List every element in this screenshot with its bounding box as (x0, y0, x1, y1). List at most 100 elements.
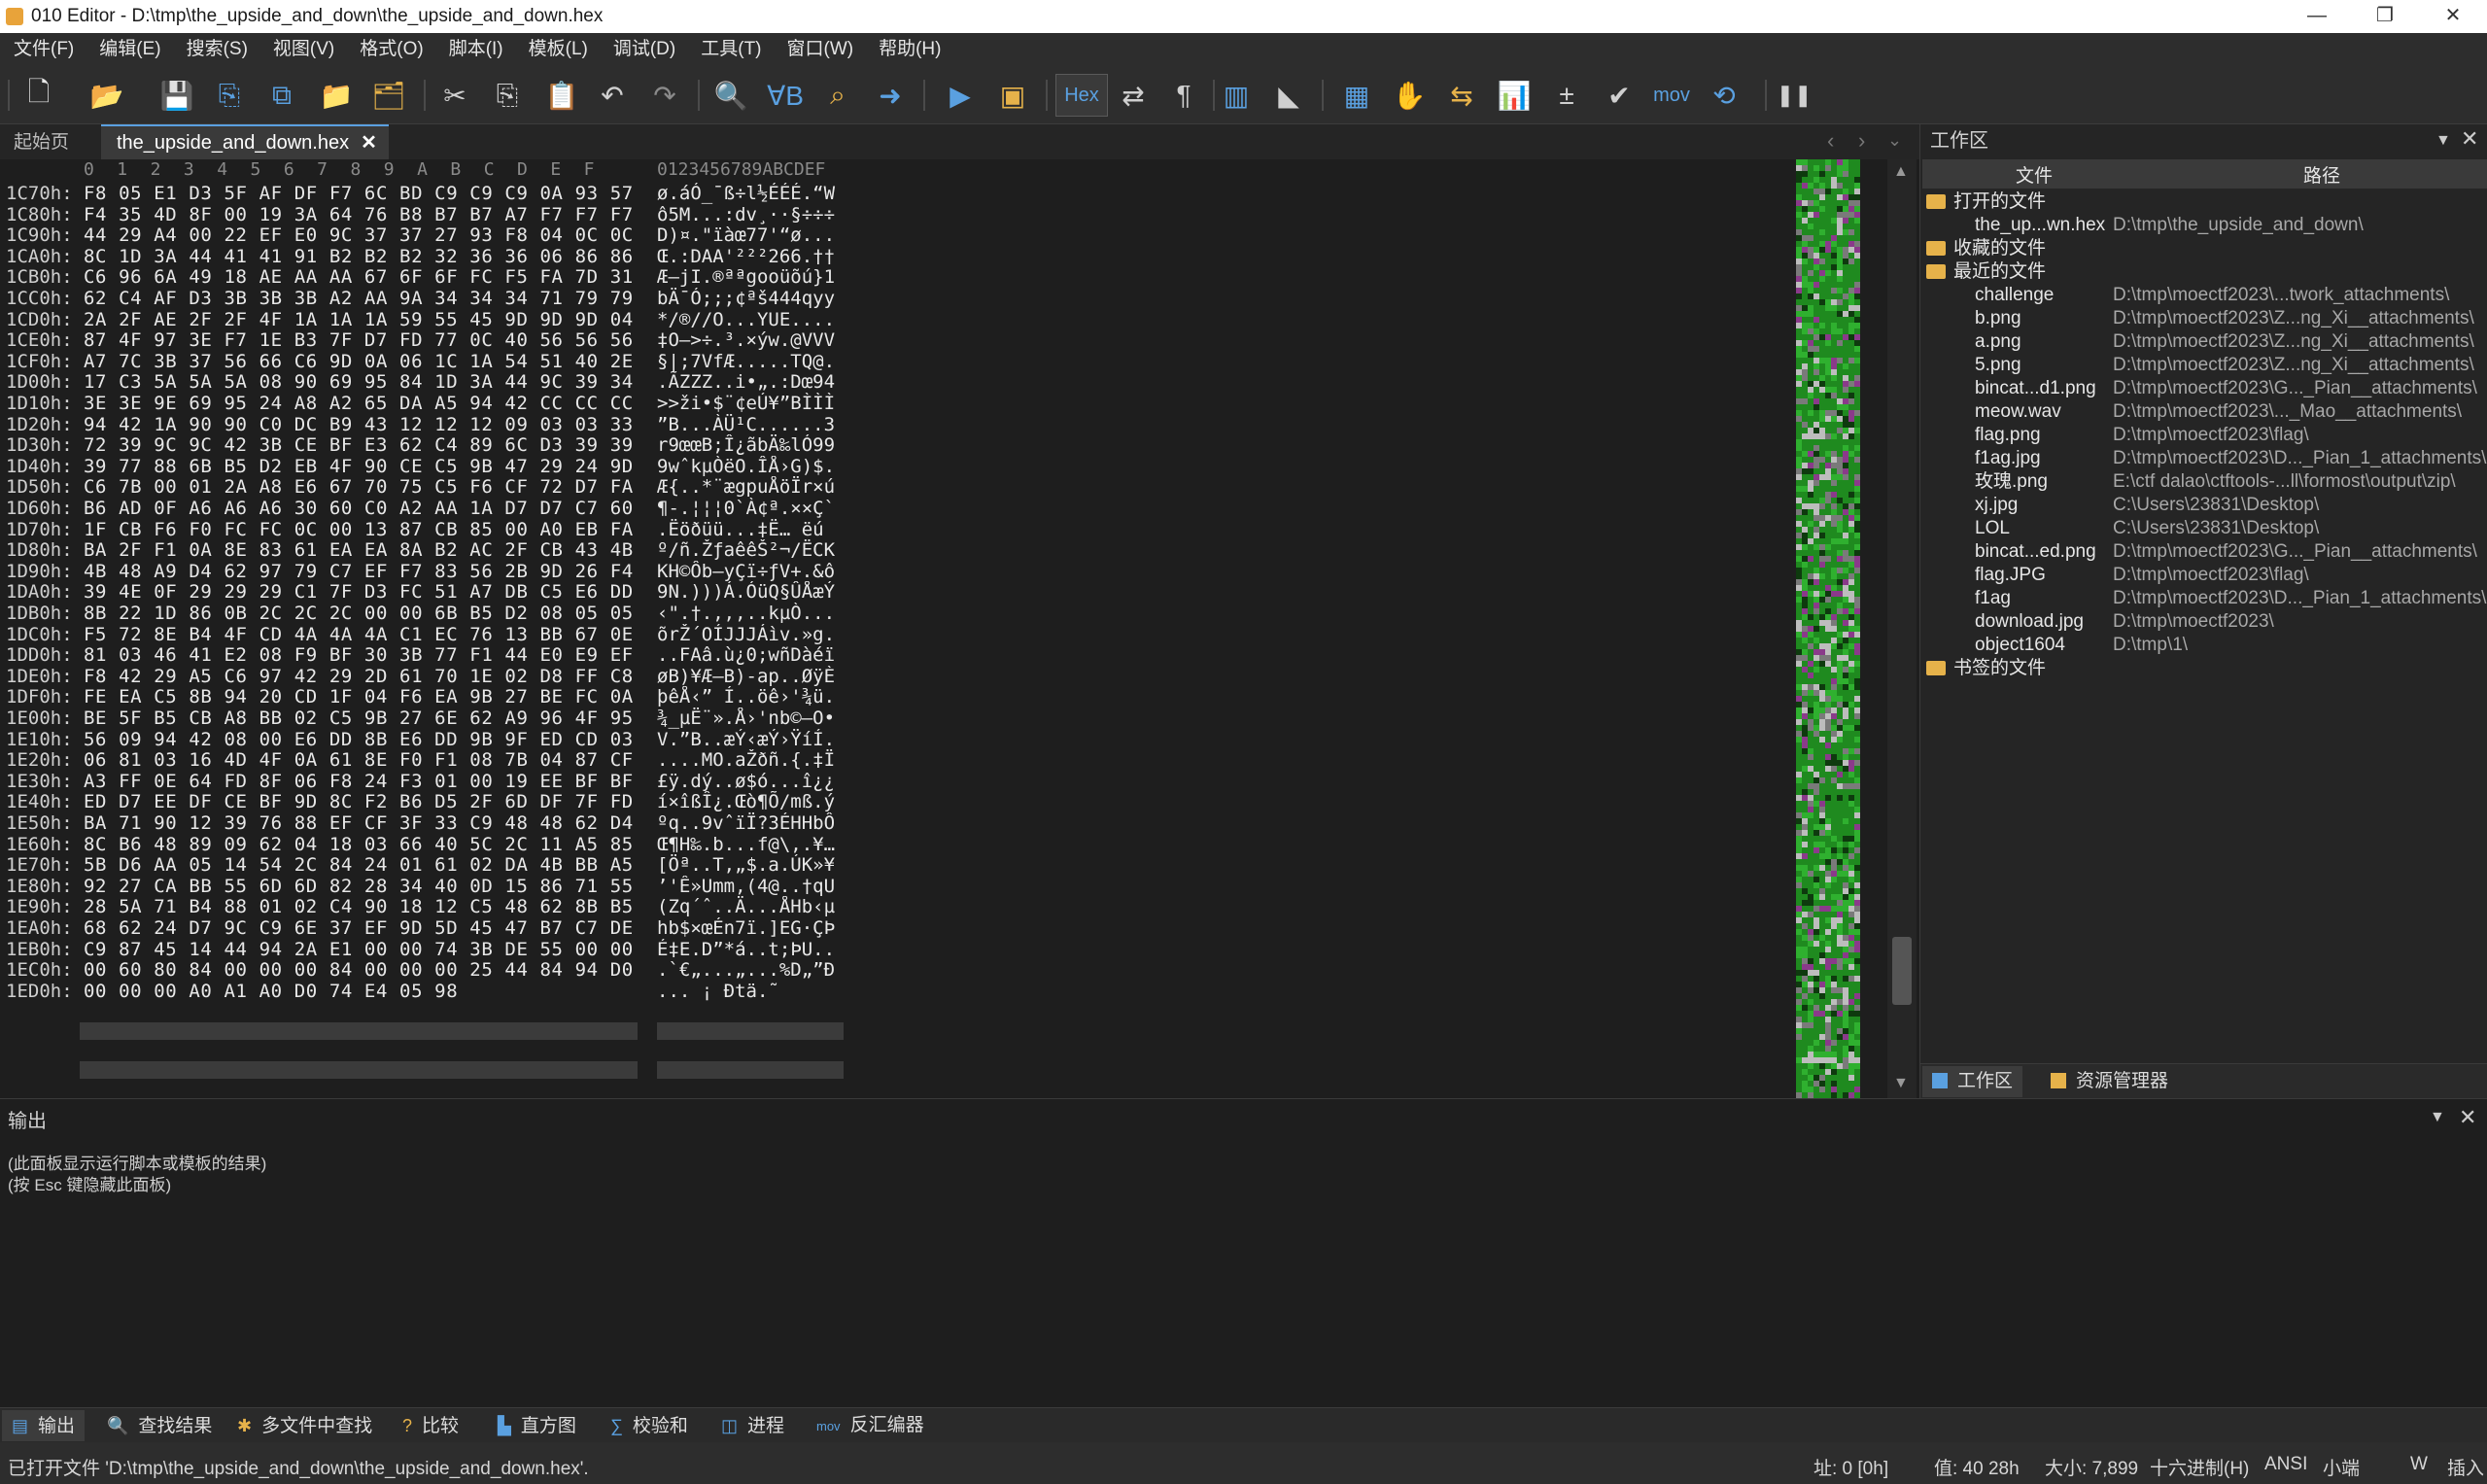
row-bytes[interactable]: 4B 48 A9 D4 62 97 79 C7 EF F7 83 56 2B 9… (84, 561, 634, 582)
hex-row[interactable]: 1D50h: C6 7B 00 01 2A A8 E6 67 70 75 C5 F… (0, 476, 875, 498)
status-encoding[interactable]: ANSI (2264, 1454, 2307, 1475)
hex-row[interactable]: 1E10h: 56 09 94 42 08 00 E6 DD 8B E6 DD 9… (0, 729, 875, 750)
panel-menu-icon[interactable]: ▼ (2430, 1109, 2445, 1126)
find-in-files-icon[interactable]: ⌕ (816, 74, 859, 117)
histogram-icon[interactable]: 📊 (1493, 74, 1536, 117)
tab-next-icon[interactable]: › (1858, 128, 1865, 154)
list-item[interactable]: meow.wav (1975, 400, 2061, 424)
row-ascii[interactable]: øB)¥Æ—B)-ap..ØÿÈ (657, 666, 851, 687)
row-ascii[interactable]: þêÅ‹” Í..öê›'¾ü. (657, 686, 851, 707)
hex-row[interactable]: 1C80h: F4 35 4D 8F 00 19 3A 64 76 B8 B7 B… (0, 204, 875, 225)
hex-row[interactable]: 1D90h: 4B 48 A9 D4 62 97 79 C7 EF F7 83 5… (0, 561, 875, 582)
row-ascii[interactable]: 9wˆkµÒëO.ÎÅ›G)$. (657, 456, 851, 477)
row-bytes[interactable]: FE EA C5 8B 94 20 CD 1F 04 F6 EA 9B 27 B… (84, 686, 634, 707)
menu-help[interactable]: 帮助(H) (865, 33, 952, 66)
tab-find-results[interactable]: 🔍 查找结果 (97, 1410, 222, 1441)
row-ascii[interactable]: [Öª..T,„$.a.ÚK»¥ (657, 854, 851, 876)
status-mode[interactable]: 十六进制(H) (2150, 1454, 2249, 1480)
calculator-icon[interactable]: ▦ (1335, 74, 1378, 117)
columns-icon[interactable]: ▥ (1215, 74, 1258, 117)
hex-editor[interactable]: 0 1 2 3 4 5 6 7 8 9 A B C D E F 01234567… (0, 159, 1919, 1098)
hex-row[interactable]: 1EC0h: 00 60 80 84 00 00 00 84 00 00 00 2… (0, 959, 875, 981)
hex-mode-button[interactable]: Hex (1055, 74, 1108, 117)
row-bytes[interactable]: 68 62 24 D7 9C C9 6E 37 EF 9D 5D 45 47 B… (84, 917, 634, 939)
hex-row[interactable]: 1CF0h: A7 7C 3B 37 56 66 C6 9D 0A 06 1C 1… (0, 351, 875, 372)
open-files-folder[interactable]: 打开的文件 (1926, 190, 2046, 214)
tab-workspace[interactable]: 工作区 (1922, 1066, 2023, 1097)
status-endian[interactable]: 小端 (2323, 1454, 2360, 1480)
hex-row[interactable]: 1CD0h: 2A 2F AE 2F 2F 4F 1A 1A 1A 59 55 4… (0, 309, 875, 330)
checksum-icon[interactable]: ✔ (1598, 74, 1641, 117)
compare-icon[interactable]: ⇆ (1440, 74, 1483, 117)
scroll-down-icon[interactable]: ▼ (1893, 1075, 1909, 1092)
byte-overview-map[interactable] (1796, 159, 1860, 1098)
row-ascii[interactable]: ”B...ÀÜ¹C......3 (657, 414, 851, 435)
list-item[interactable]: f1ag (1975, 587, 2011, 610)
row-ascii[interactable]: É‡E.D”*á..t;ÞU.. (657, 939, 851, 960)
menu-edit[interactable]: 编辑(E) (86, 33, 172, 66)
row-ascii[interactable]: 9N.)))Á.ÓüQ§ÛÅæÝ (657, 581, 851, 603)
row-bytes[interactable]: BA 71 90 12 39 76 88 EF CF 3F 33 C9 48 4… (84, 812, 634, 834)
panel-close-icon[interactable]: ✕ (2459, 1105, 2476, 1130)
tab-compare[interactable]: ? 比较 (393, 1410, 468, 1441)
menu-debug[interactable]: 调试(D) (600, 33, 687, 66)
row-bytes[interactable]: 1F CB F6 F0 FC FC 0C 00 13 87 CB 85 00 A… (84, 519, 634, 540)
row-ascii[interactable]: í×îßÎ¿.Œò¶Õ/mß.ý (657, 791, 851, 812)
hex-row[interactable]: 1E20h: 06 81 03 16 4D 4F 0A 61 8E F0 F1 0… (0, 749, 875, 771)
hex-row[interactable]: 1DD0h: 81 03 46 41 E2 08 F9 BF 30 3B 77 F… (0, 644, 875, 666)
row-ascii[interactable]: >>ži•$¨¢eÚ¥”BÌÌÌ (657, 393, 851, 414)
row-ascii[interactable]: ....MO.aŽðñ.{.‡Ï (657, 749, 851, 771)
copy-icon[interactable]: ⎘ (486, 74, 529, 117)
row-bytes[interactable]: C6 96 6A 49 18 AE AA AA 67 6F 6F FC F5 F… (84, 266, 634, 288)
base-converter-icon[interactable]: ± (1545, 74, 1588, 117)
list-item[interactable]: flag.png (1975, 424, 2041, 447)
menu-window[interactable]: 窗口(W) (774, 33, 866, 66)
row-bytes[interactable]: 92 27 CA BB 55 6D 6D 82 28 34 40 0D 15 8… (84, 876, 634, 897)
hex-row[interactable]: 1CC0h: 62 C4 AF D3 3B 3B 3B A2 AA 9A 34 3… (0, 288, 875, 309)
status-insert-mode[interactable]: 插入 (2447, 1454, 2484, 1480)
converter-icon[interactable]: ⟲ (1703, 74, 1745, 117)
close-tab-icon[interactable]: ✕ (361, 126, 377, 159)
row-bytes[interactable]: F4 35 4D 8F 00 19 3A 64 76 B8 B7 B7 A7 F… (84, 204, 634, 225)
tab-explorer[interactable]: 资源管理器 (2041, 1066, 2178, 1097)
hex-row[interactable]: 1E30h: A3 FF 0E 64 FD 8F 06 F8 24 F3 01 0… (0, 771, 875, 792)
row-bytes[interactable]: F8 42 29 A5 C6 97 42 29 2D 61 70 1E 02 D… (84, 666, 634, 687)
row-bytes[interactable]: 28 5A 71 B4 88 01 02 C4 90 18 12 C5 48 6… (84, 896, 634, 917)
maximize-button[interactable]: ❐ (2351, 0, 2419, 33)
undo-icon[interactable]: ↶ (591, 74, 634, 117)
list-item[interactable]: flag.JPG (1975, 564, 2046, 587)
row-ascii[interactable]: ô5M...:dv¸··§÷÷÷ (657, 204, 851, 225)
list-item[interactable]: a.png (1975, 330, 2021, 354)
hex-row[interactable]: 1D00h: 17 C3 5A 5A 5A 08 90 69 95 84 1D 3… (0, 371, 875, 393)
row-bytes[interactable]: 56 09 94 42 08 00 E6 DD 8B E6 DD 9B 9F E… (84, 729, 634, 750)
list-item[interactable]: LOL (1975, 517, 2010, 540)
row-bytes[interactable]: 39 4E 0F 29 29 29 C1 7F D3 FC 51 A7 DB C… (84, 581, 634, 603)
status-width[interactable]: W (2410, 1454, 2428, 1475)
tab-prev-icon[interactable]: ‹ (1827, 128, 1834, 154)
row-bytes[interactable]: F8 05 E1 D3 5F AF DF F7 6C BD C9 C9 C9 0… (84, 183, 634, 204)
hex-row[interactable]: 1E40h: ED D7 EE DF CE BF 9D 8C F2 B6 D5 2… (0, 791, 875, 812)
row-bytes[interactable]: 17 C3 5A 5A 5A 08 90 69 95 84 1D 3A 44 9… (84, 371, 634, 393)
hex-row[interactable]: 1DE0h: F8 42 29 A5 C6 97 42 29 2D 61 70 1… (0, 666, 875, 687)
find-icon[interactable]: 🔍 (709, 74, 752, 117)
inspector-icon[interactable]: ✋ (1388, 74, 1431, 117)
tab-start-page[interactable]: 起始页 (6, 126, 77, 159)
row-ascii[interactable]: (Zq´ˆ..Ä...ÅHb‹µ (657, 896, 851, 917)
hex-row[interactable]: 1D60h: B6 AD 0F A6 A6 A6 30 60 C0 A2 AA 1… (0, 498, 875, 519)
hex-row[interactable]: 1ED0h: 00 00 00 A0 A1 A0 D0 74 E4 05 98..… (0, 981, 875, 1002)
row-ascii[interactable]: .ÃZZZ..i•„.:Dœ94 (657, 371, 851, 393)
list-item[interactable]: 5.png (1975, 354, 2021, 377)
row-bytes[interactable]: ED D7 EE DF CE BF 9D 8C F2 B6 D5 2F 6D D… (84, 791, 634, 812)
disassembler-button[interactable]: mov (1646, 74, 1697, 117)
row-ascii[interactable]: .`€„...„...%D„”Ð (657, 959, 851, 981)
panel-menu-icon[interactable]: ▼ (2435, 132, 2451, 150)
pause-icon[interactable]: ❚❚ (1773, 74, 1815, 117)
tab-histogram[interactable]: ▙ 直方图 (488, 1410, 586, 1441)
row-ascii[interactable]: hb$×œÉn7ï.]EG·ÇÞ (657, 917, 851, 939)
row-bytes[interactable]: 8C B6 48 89 09 62 04 18 03 66 40 5C 2C 1… (84, 834, 634, 855)
replace-icon[interactable]: ⱯB (764, 74, 807, 117)
menu-file[interactable]: 文件(F) (0, 33, 86, 66)
hex-row[interactable]: 1EB0h: C9 87 45 14 44 94 2A E1 00 00 74 3… (0, 939, 875, 960)
tab-file[interactable]: the_upside_and_down.hex ✕ (101, 124, 389, 159)
menu-tools[interactable]: 工具(T) (687, 33, 773, 66)
